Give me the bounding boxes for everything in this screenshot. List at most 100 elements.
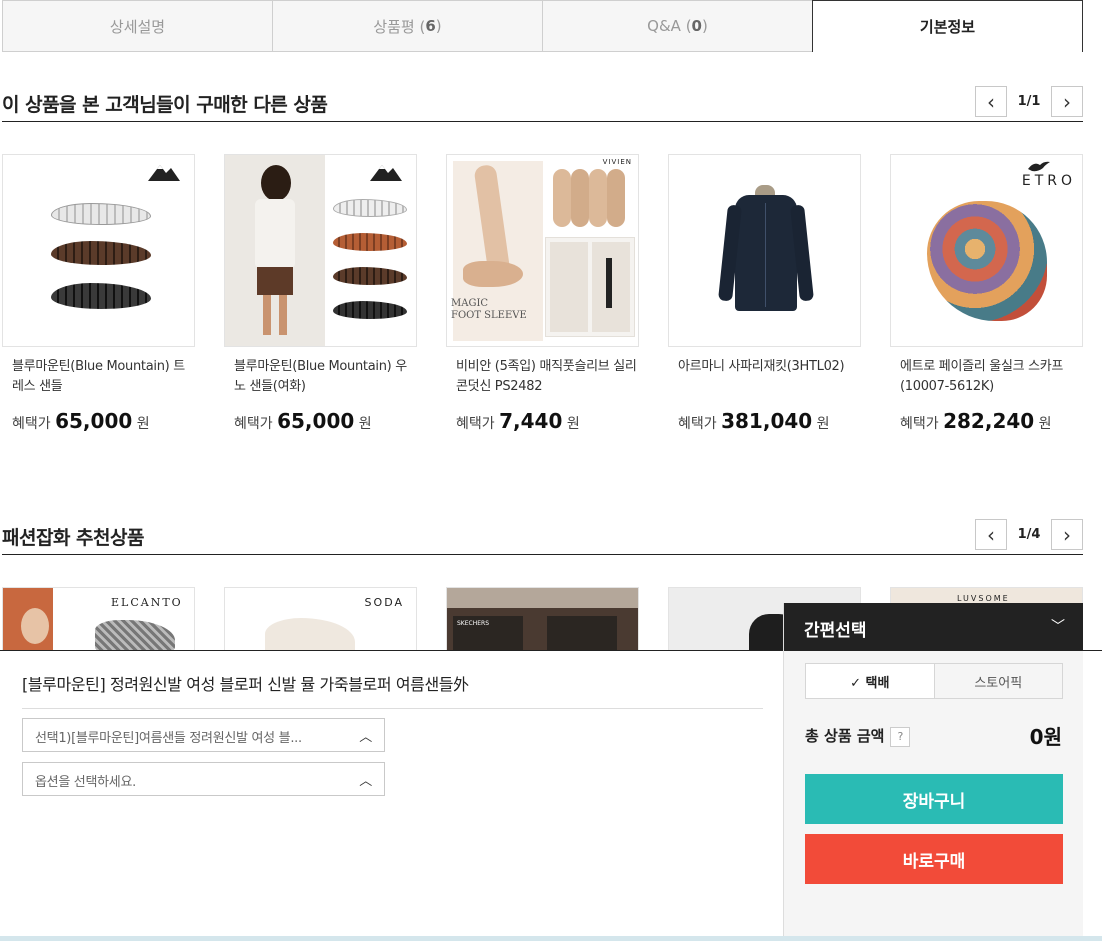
- section-fashion-recommend-header: 패션잡화 추천상품 ‹ 1/4 ›: [2, 519, 1083, 555]
- total-price-label-text: 총 상품 금액: [805, 727, 885, 745]
- product-price: 혜택가 381,040 원: [668, 409, 861, 433]
- price-value: 65,000: [277, 409, 355, 433]
- sandal-tan-image: [333, 233, 407, 251]
- product-price: 혜택가 7,440 원: [446, 409, 639, 433]
- tab-description[interactable]: 상세설명: [2, 0, 272, 52]
- chevron-left-icon: ‹: [987, 89, 995, 114]
- tab-description-label: 상세설명: [109, 17, 166, 36]
- product-name[interactable]: 블루마운틴(Blue Mountain) 우노 샌들(여화): [224, 357, 417, 397]
- chevron-left-icon: ‹: [987, 522, 995, 547]
- product-price: 혜택가 65,000 원: [224, 409, 417, 433]
- price-label: 혜택가: [900, 416, 939, 432]
- price-unit: 원: [816, 416, 830, 432]
- magic-text: MAGIC: [451, 298, 489, 309]
- prev-page-button[interactable]: ‹: [975, 519, 1007, 550]
- total-price-label: 총 상품 금액?: [805, 725, 911, 747]
- option-select-2-placeholder: 옵션을 선택하세요.: [35, 775, 136, 790]
- buy-now-button[interactable]: 바로구매: [805, 834, 1063, 884]
- add-to-cart-button[interactable]: 장바구니: [805, 774, 1063, 824]
- option-select-1[interactable]: 선택1)[블루마운틴]여름샌들 정려원신발 여성 블... ︿: [22, 718, 385, 752]
- page-indicator: 1/1: [1017, 94, 1041, 109]
- sandal-black-image: [333, 301, 407, 319]
- help-icon[interactable]: ?: [890, 726, 911, 747]
- product-name[interactable]: 에트로 페이즐리 울실크 스카프(10007-5612K): [890, 357, 1083, 397]
- product-name[interactable]: 비비안 (5족입) 매직풋슬리브 실리콘덧신 PS2482: [446, 357, 639, 397]
- soda-brand-text: SODA: [364, 596, 404, 609]
- tab-qna-label: Q&A (: [647, 17, 692, 35]
- price-unit: 원: [1038, 416, 1052, 432]
- section-also-bought-header: 이 상품을 본 고객님들이 구매한 다른 상품 ‹ 1/1 ›: [2, 86, 1083, 122]
- shipping-method-toggle: ✓ 택배 스토어픽: [805, 663, 1063, 699]
- price-value: 381,040: [721, 409, 813, 433]
- quick-select-panel: 간편선택 ﹀ ✓ 택배 스토어픽 총 상품 금액? 0원 장바구니 바로구매: [783, 603, 1083, 941]
- chevron-right-icon: ›: [1063, 89, 1071, 114]
- quick-select-title: 간편선택: [804, 621, 867, 641]
- mountain-logo-icon: [148, 165, 180, 181]
- page-indicator: 1/4: [1017, 527, 1041, 542]
- section-fashion-recommend-pager: ‹ 1/4 ›: [975, 519, 1083, 550]
- jacket-image: [735, 195, 797, 311]
- chevron-right-icon: ›: [1063, 522, 1071, 547]
- price-unit: 원: [136, 416, 150, 432]
- price-unit: 원: [566, 416, 580, 432]
- chevron-down-icon: ﹀: [1051, 619, 1065, 635]
- loafer-image: [95, 620, 175, 654]
- prev-page-button[interactable]: ‹: [975, 86, 1007, 117]
- section-also-bought-pager: ‹ 1/1 ›: [975, 86, 1083, 117]
- price-label: 혜택가: [12, 416, 51, 432]
- next-page-button[interactable]: ›: [1051, 86, 1083, 117]
- product-thumbnail[interactable]: [224, 154, 417, 347]
- product-thumbnail[interactable]: [668, 154, 861, 347]
- quick-select-header[interactable]: 간편선택 ﹀: [784, 603, 1083, 651]
- product-card[interactable]: VIVIEN MAGIC FOOT SLEEVE 비비안 (5족입) 매직풋슬리…: [446, 154, 639, 433]
- tab-reviews-suffix: ): [435, 17, 442, 35]
- vivien-brand-text: VIVIEN: [602, 158, 632, 166]
- chevron-up-icon: ︿: [359, 774, 372, 789]
- tab-qna-suffix: ): [701, 17, 708, 35]
- product-thumbnail[interactable]: ETRO: [890, 154, 1083, 347]
- shipping-store-pick-option[interactable]: 스토어픽: [933, 664, 1062, 698]
- sandal-brown-image: [333, 267, 407, 285]
- tab-reviews-label: 상품평 (: [373, 17, 426, 36]
- price-label: 혜택가: [234, 416, 273, 432]
- product-name[interactable]: 블루마운틴(Blue Mountain) 트레스 샌들: [2, 357, 195, 397]
- next-page-button[interactable]: ›: [1051, 519, 1083, 550]
- tab-qna[interactable]: Q&A (0): [542, 0, 812, 52]
- product-card[interactable]: 블루마운틴(Blue Mountain) 우노 샌들(여화) 혜택가 65,00…: [224, 154, 417, 433]
- tab-reviews-count: 6: [425, 17, 436, 35]
- product-card[interactable]: 아르마니 사파리재킷(3HTL02) 혜택가 381,040 원: [668, 154, 861, 433]
- tab-reviews[interactable]: 상품평 (6): [272, 0, 542, 52]
- etro-brand-text: ETRO: [1021, 173, 1076, 189]
- footer-strip: [0, 936, 1102, 941]
- luvsome-brand-text: LUVSOME: [957, 594, 1010, 603]
- shipping-delivery-option[interactable]: ✓ 택배: [806, 664, 934, 698]
- product-price: 혜택가 65,000 원: [2, 409, 195, 433]
- product-card[interactable]: ETRO 에트로 페이즐리 울실크 스카프(10007-5612K) 혜택가 2…: [890, 154, 1083, 433]
- tab-basic-info[interactable]: 기본정보: [812, 0, 1083, 52]
- model-face-image: [21, 608, 49, 644]
- product-thumbnail[interactable]: [2, 154, 195, 347]
- skechers-brand-text: SKECHERS: [457, 620, 490, 627]
- tab-qna-count: 0: [691, 17, 702, 35]
- product-name[interactable]: 아르마니 사파리재킷(3HTL02): [668, 357, 861, 397]
- price-label: 혜택가: [456, 416, 495, 432]
- product-price: 혜택가 282,240 원: [890, 409, 1083, 433]
- paisley-scarf-image: [927, 201, 1047, 321]
- mountain-logo-icon: [370, 165, 402, 181]
- product-card[interactable]: 블루마운틴(Blue Mountain) 트레스 샌들 혜택가 65,000 원: [2, 154, 195, 433]
- price-label: 혜택가: [678, 416, 717, 432]
- detail-tabs: 상세설명 상품평 (6) Q&A (0) 기본정보: [2, 0, 1083, 52]
- product-thumbnail[interactable]: VIVIEN MAGIC FOOT SLEEVE: [446, 154, 639, 347]
- sandal-white-image: [333, 199, 407, 217]
- package-image: [545, 237, 635, 337]
- selected-product-title: [블루마운틴] 정려원신발 여성 블로퍼 신발 뮬 가죽블로퍼 여름샌들外: [22, 675, 469, 694]
- total-price-value: 0원: [1029, 725, 1062, 749]
- chevron-up-icon: ︿: [359, 730, 372, 745]
- sleeve-product-image: [547, 163, 633, 233]
- option-select-2[interactable]: 옵션을 선택하세요. ︿: [22, 762, 385, 796]
- price-unit: 원: [358, 416, 372, 432]
- elcanto-brand-text: ELCANTO: [111, 596, 183, 609]
- also-bought-product-list: 블루마운틴(Blue Mountain) 트레스 샌들 혜택가 65,000 원…: [2, 154, 1083, 433]
- section-also-bought-title: 이 상품을 본 고객님들이 구매한 다른 상품: [2, 94, 328, 116]
- divider: [22, 708, 763, 709]
